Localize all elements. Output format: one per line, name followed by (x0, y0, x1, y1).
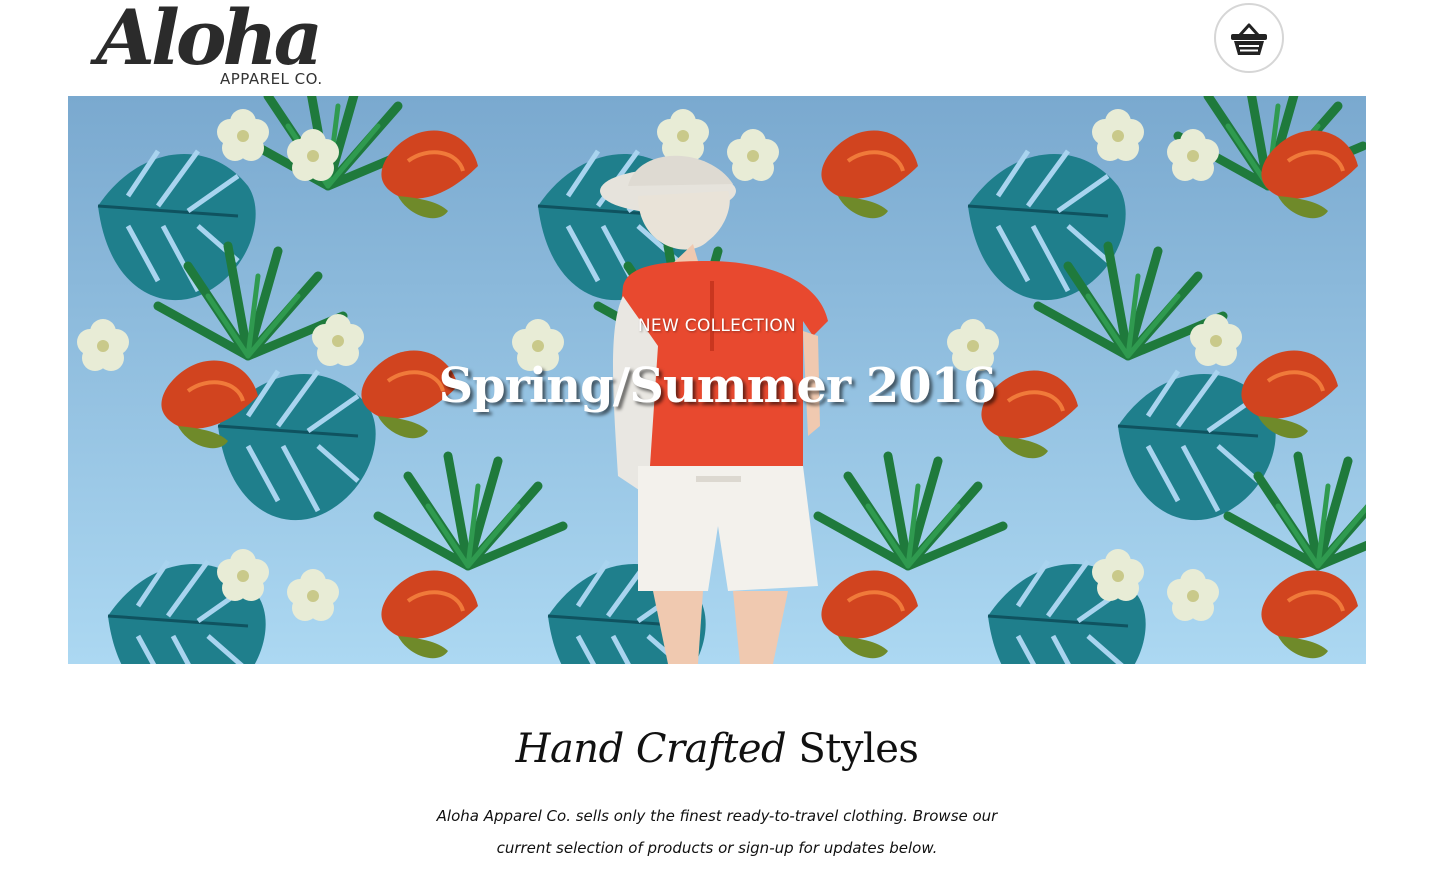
intro-heading-italic: Hand Crafted (515, 726, 787, 772)
logo-wordmark: Aloha (96, 0, 323, 82)
cart-button[interactable] (1214, 3, 1284, 73)
logo[interactable]: Aloha APPAREL CO. (96, 0, 336, 94)
hero-banner[interactable]: NEW COLLECTION Spring/Summer 2016 (68, 96, 1366, 664)
page: Aloha APPAREL CO. NEW COLLECTION Spring/… (0, 0, 1434, 873)
logo-subtitle: APPAREL CO. (220, 70, 323, 88)
shopping-basket-icon (1231, 23, 1267, 55)
intro-heading-plain: Styles (798, 726, 919, 772)
hero-kicker: NEW COLLECTION (637, 316, 797, 336)
hero-title: Spring/Summer 2016 (438, 358, 996, 414)
intro-text: Aloha Apparel Co. sells only the finest … (436, 807, 998, 857)
intro-heading: Hand Crafted Styles (0, 726, 1434, 772)
